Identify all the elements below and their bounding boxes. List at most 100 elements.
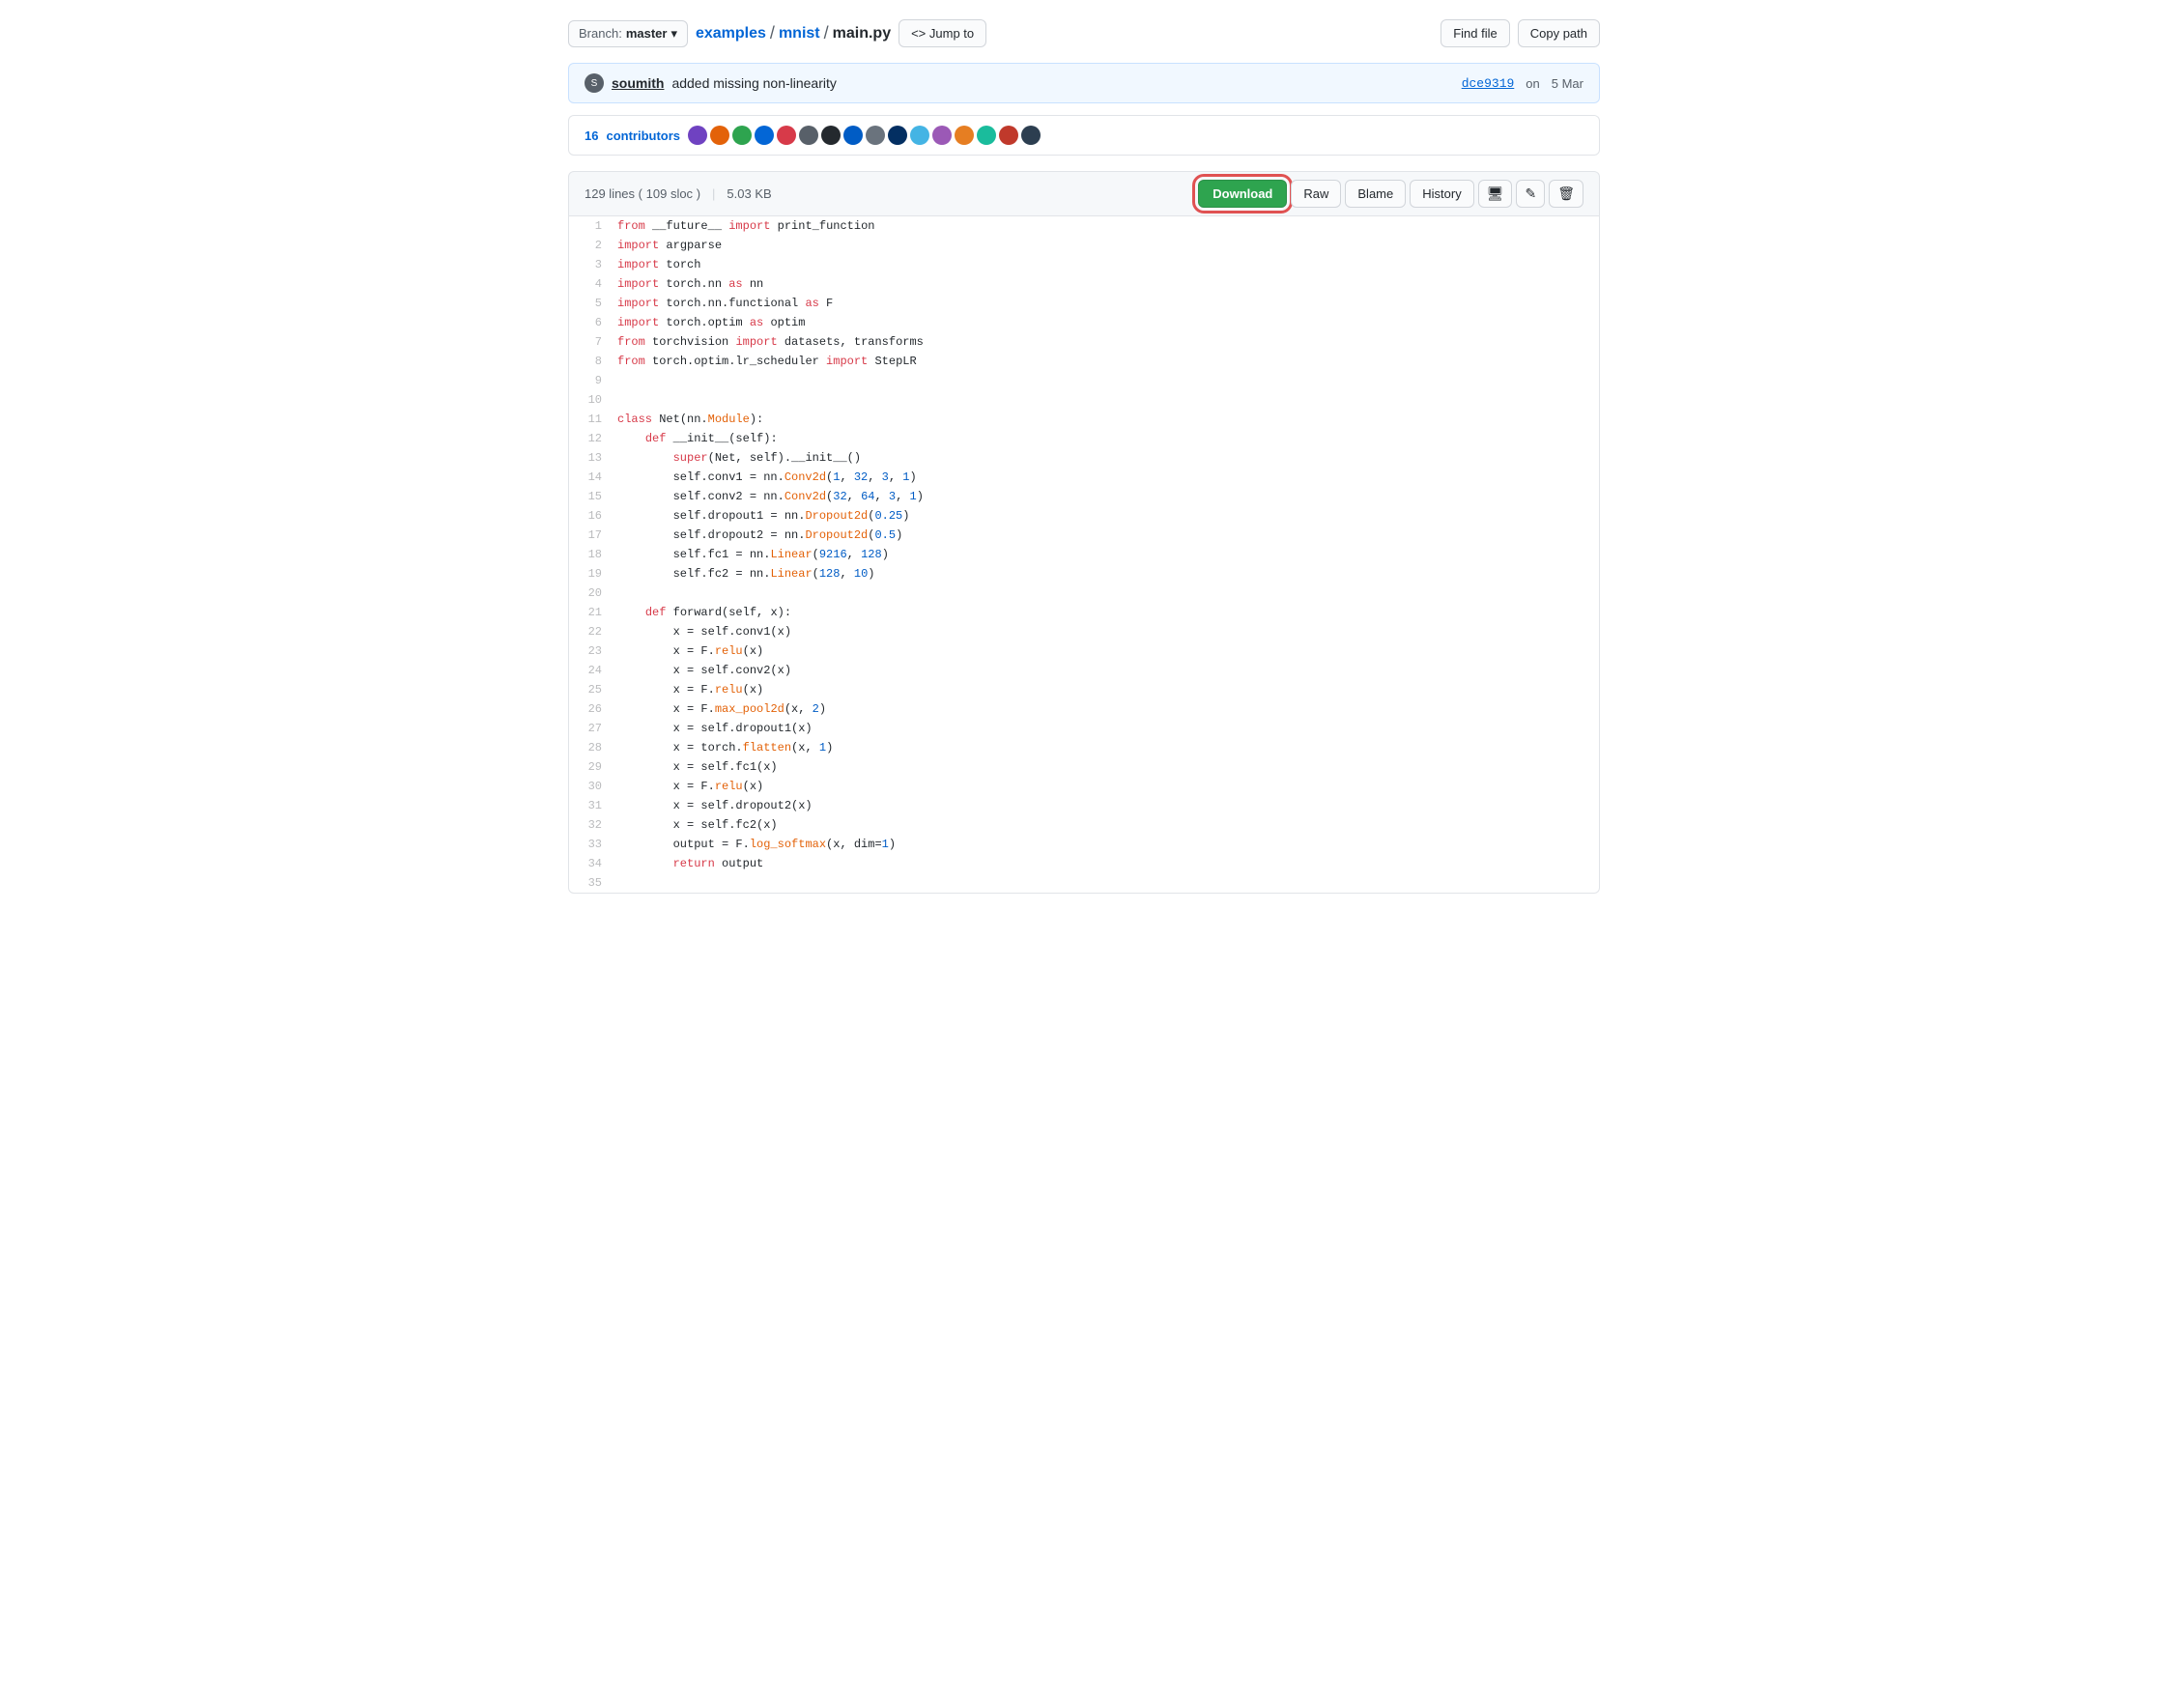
table-row: 20 [569,584,1599,603]
contributor-avatar-6 [799,126,818,145]
line-number[interactable]: 4 [569,274,617,294]
line-number[interactable]: 16 [569,506,617,526]
line-number[interactable]: 22 [569,622,617,641]
line-number[interactable]: 18 [569,545,617,564]
line-code: from torch.optim.lr_scheduler import Ste… [617,352,1599,371]
line-code: import torch.nn as nn [617,274,1599,294]
history-button[interactable]: History [1410,180,1473,208]
line-number[interactable]: 2 [569,236,617,255]
table-row: 14 self.conv1 = nn.Conv2d(1, 32, 3, 1) [569,468,1599,487]
table-row: 31 x = self.dropout2(x) [569,796,1599,815]
commit-author[interactable]: soumith [612,75,664,91]
top-bar-left: Branch: master ▾ examples / mnist / main… [568,19,986,47]
line-number[interactable]: 7 [569,332,617,352]
line-code: x = torch.flatten(x, 1) [617,738,1599,757]
table-row: 8from torch.optim.lr_scheduler import St… [569,352,1599,371]
line-number[interactable]: 10 [569,390,617,410]
monitor-button[interactable]: 🖥 [1478,180,1513,208]
line-number[interactable]: 3 [569,255,617,274]
line-number[interactable]: 35 [569,873,617,893]
line-number[interactable]: 9 [569,371,617,390]
commit-hash[interactable]: dce9319 [1462,76,1515,91]
line-number[interactable]: 27 [569,719,617,738]
blame-button[interactable]: Blame [1345,180,1406,208]
branch-label: Branch: [579,26,622,41]
line-number[interactable]: 34 [569,854,617,873]
meta-divider: | [712,186,715,201]
table-row: 35 [569,873,1599,893]
line-code: def __init__(self): [617,429,1599,448]
line-code: import torch [617,255,1599,274]
jump-to-button[interactable]: <> Jump to [899,19,986,47]
copy-path-button[interactable]: Copy path [1518,19,1600,47]
line-code: return output [617,854,1599,873]
line-code: from __future__ import print_function [617,216,1599,236]
contributor-avatar-13 [955,126,974,145]
line-number[interactable]: 26 [569,699,617,719]
table-row: 24 x = self.conv2(x) [569,661,1599,680]
line-number[interactable]: 23 [569,641,617,661]
line-code: super(Net, self).__init__() [617,448,1599,468]
line-code: x = self.dropout1(x) [617,719,1599,738]
line-code: x = self.conv1(x) [617,622,1599,641]
commit-date-prefix: on [1526,76,1539,91]
line-code: self.dropout2 = nn.Dropout2d(0.5) [617,526,1599,545]
table-row: 2import argparse [569,236,1599,255]
line-number[interactable]: 32 [569,815,617,835]
contributors-label[interactable]: contributors [606,128,680,143]
line-number[interactable]: 20 [569,584,617,603]
line-code: x = F.relu(x) [617,641,1599,661]
table-row: 4import torch.nn as nn [569,274,1599,294]
line-number[interactable]: 21 [569,603,617,622]
delete-button[interactable]: 🗑 [1549,180,1583,208]
line-number[interactable]: 31 [569,796,617,815]
breadcrumb-file: main.py [833,25,891,43]
line-number[interactable]: 19 [569,564,617,584]
edit-button[interactable]: ✎ [1516,180,1545,208]
find-file-button[interactable]: Find file [1441,19,1510,47]
avatar: S [585,73,604,93]
branch-selector[interactable]: Branch: master ▾ [568,20,688,47]
line-number[interactable]: 33 [569,835,617,854]
line-number[interactable]: 13 [569,448,617,468]
line-number[interactable]: 28 [569,738,617,757]
line-number[interactable]: 29 [569,757,617,777]
table-row: 15 self.conv2 = nn.Conv2d(32, 64, 3, 1) [569,487,1599,506]
table-row: 9 [569,371,1599,390]
table-row: 23 x = F.relu(x) [569,641,1599,661]
table-row: 32 x = self.fc2(x) [569,815,1599,835]
line-code: def forward(self, x): [617,603,1599,622]
contributors-count[interactable]: 16 [585,128,598,143]
file-actions: Download Raw Blame History 🖥 ✎ 🗑 [1198,180,1583,208]
line-code [617,584,1599,603]
breadcrumb-repo[interactable]: examples [696,25,766,43]
line-number[interactable]: 1 [569,216,617,236]
line-code: x = self.fc2(x) [617,815,1599,835]
table-row: 22 x = self.conv1(x) [569,622,1599,641]
line-code: self.fc1 = nn.Linear(9216, 128) [617,545,1599,564]
line-number[interactable]: 17 [569,526,617,545]
breadcrumb-folder[interactable]: mnist [779,25,820,43]
line-number[interactable]: 11 [569,410,617,429]
line-number[interactable]: 30 [569,777,617,796]
table-row: 26 x = F.max_pool2d(x, 2) [569,699,1599,719]
line-number[interactable]: 5 [569,294,617,313]
line-number[interactable]: 24 [569,661,617,680]
line-code [617,390,1599,410]
contributor-avatar-12 [932,126,952,145]
table-row: 27 x = self.dropout1(x) [569,719,1599,738]
line-number[interactable]: 14 [569,468,617,487]
line-code: self.conv2 = nn.Conv2d(32, 64, 3, 1) [617,487,1599,506]
line-number[interactable]: 15 [569,487,617,506]
table-row: 28 x = torch.flatten(x, 1) [569,738,1599,757]
breadcrumb-sep1: / [770,23,775,43]
download-button[interactable]: Download [1198,180,1287,208]
table-row: 5import torch.nn.functional as F [569,294,1599,313]
line-number[interactable]: 12 [569,429,617,448]
line-number[interactable]: 25 [569,680,617,699]
commit-bar-right: dce9319 on 5 Mar [1462,76,1583,91]
line-number[interactable]: 6 [569,313,617,332]
line-number[interactable]: 8 [569,352,617,371]
commit-date: 5 Mar [1552,76,1583,91]
raw-button[interactable]: Raw [1291,180,1341,208]
